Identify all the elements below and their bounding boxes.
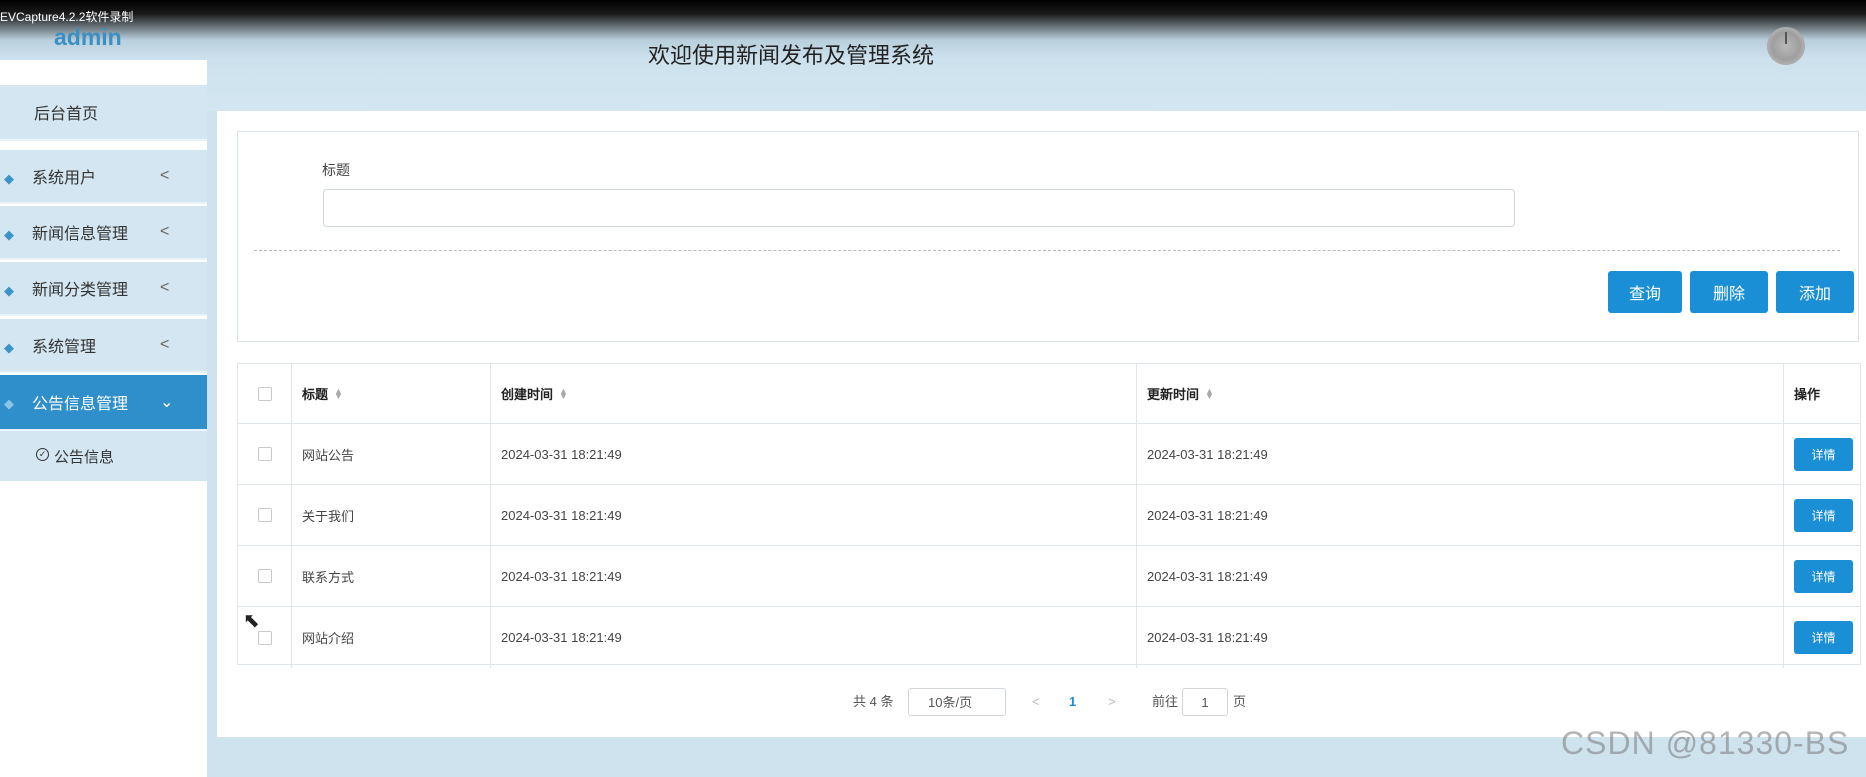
sidebar-item-label: 系统用户 [32,170,97,187]
table-row: 网站介绍 2024-03-31 18:21:49 2024-03-31 18:2… [238,607,1860,668]
detail-button[interactable]: 详情 [1794,559,1853,593]
goto-label: 前往 [1152,694,1179,709]
cell-title: 联系方式 [292,546,491,606]
table-row: 网站公告 2024-03-31 18:21:49 2024-03-31 18:2… [238,424,1860,485]
page-size-select[interactable]: 10条/页 [908,688,1006,716]
next-page-icon[interactable]: > [1108,688,1116,716]
column-header-label: 创建时间 [501,387,554,402]
admin-username: admin [54,24,122,50]
diamond-icon: ◆ [4,171,14,186]
sidebar-item-label: 后台首页 [34,106,99,123]
check-circle-icon: ✓ [36,448,49,461]
column-header-label: 标题 [302,387,329,402]
goto-page-input[interactable]: 1 [1182,688,1228,716]
sidebar-item-news-info[interactable]: ◆ 新闻信息管理 < [0,206,207,260]
watermark-text: CSDN @81330-BS [1561,725,1850,761]
sort-icon[interactable]: ▲ ▼ [1205,386,1214,400]
page-suffix-label: 页 [1233,694,1247,709]
chevron-left-icon: < [160,167,170,184]
recorder-label: EVCapture4.2.2软件录制 [0,10,134,24]
cell-action: 详情 [1784,607,1860,668]
row-checkbox[interactable] [257,569,272,583]
diamond-icon: ◆ [4,227,14,242]
detail-button[interactable]: 详情 [1794,498,1853,532]
table-header-row: 标题 ▲ ▼ 创建时间 ▲ ▼ 更新时间 ▲ ▼ 操作 [238,364,1860,424]
delete-button[interactable]: 删除 [1690,271,1768,313]
sidebar-item-home[interactable]: 后台首页 [0,85,207,141]
chevron-down-icon: ⌄ [160,394,174,411]
detail-button[interactable]: 详情 [1794,437,1853,471]
cell-action: 详情 [1784,485,1860,545]
sidebar-item-label: 新闻分类管理 [32,282,129,299]
sidebar-item-label: 系统管理 [32,339,97,356]
cell-created: 2024-03-31 18:21:49 [491,607,1137,668]
cell-created: 2024-03-31 18:21:49 [491,424,1137,484]
row-select-cell [238,546,292,606]
row-select-cell [238,485,292,545]
sidebar-subitem-notice-info[interactable]: ✓ 公告信息 [0,431,207,481]
cell-created: 2024-03-31 18:21:49 [491,546,1137,606]
column-header-label: 操作 [1794,387,1821,402]
page-number-current[interactable]: 1 [1069,688,1076,716]
notice-table: 标题 ▲ ▼ 创建时间 ▲ ▼ 更新时间 ▲ ▼ 操作 网站公告 2024-03-31 18… [237,363,1861,668]
column-header-created[interactable]: 创建时间 ▲ ▼ [491,364,1137,423]
sort-icon[interactable]: ▲ ▼ [559,386,568,400]
cell-updated: 2024-03-31 18:21:49 [1137,485,1784,545]
detail-button[interactable]: 详情 [1794,621,1853,654]
prev-page-icon[interactable]: < [1032,688,1040,716]
row-select-cell [238,424,292,484]
chevron-left-icon: < [160,223,170,240]
column-header-action: 操作 [1784,364,1860,423]
sidebar-item-label: 公告信息管理 [32,396,129,413]
cell-action: 详情 [1784,546,1860,606]
search-panel: 标题 查询 删除 添加 [237,131,1859,342]
sidebar-subitem-label: 公告信息 [54,449,115,466]
cell-updated: 2024-03-31 18:21:49 [1137,546,1784,606]
diamond-icon: ◆ [4,396,14,411]
column-header-updated[interactable]: 更新时间 ▲ ▼ [1137,364,1784,423]
column-header-title[interactable]: 标题 ▲ ▼ [292,364,491,423]
row-checkbox[interactable] [257,508,272,522]
cell-updated: 2024-03-31 18:21:49 [1137,424,1784,484]
divider [254,250,1840,251]
diamond-icon: ◆ [4,340,14,355]
cell-title: 网站介绍 [292,607,491,668]
system-title: 欢迎使用新闻发布及管理系统 [648,43,935,68]
sidebar-item-news-category[interactable]: ◆ 新闻分类管理 < [0,262,207,316]
cell-updated: 2024-03-31 18:21:49 [1137,607,1784,668]
cell-created: 2024-03-31 18:21:49 [491,485,1137,545]
cell-action: 详情 [1784,424,1860,484]
sidebar-item-system-users[interactable]: ◆ 系统用户 < [0,150,207,204]
column-header-label: 更新时间 [1147,387,1200,402]
chevron-left-icon: < [160,336,170,353]
chevron-left-icon: < [160,279,170,296]
row-checkbox[interactable] [257,447,272,461]
add-button[interactable]: 添加 [1776,271,1854,313]
query-button[interactable]: 查询 [1608,271,1682,313]
select-all-checkbox[interactable] [257,386,272,401]
top-header: EVCapture4.2.2软件录制 admin 欢迎使用新闻发布及管理系统 [0,0,1866,111]
mouse-cursor-icon: ⬉ [243,610,260,632]
pagination-total: 共 4 条 [853,694,894,709]
sidebar-item-system-manage[interactable]: ◆ 系统管理 < [0,319,207,373]
loading-spinner-icon [1767,27,1805,65]
table-row: 联系方式 2024-03-31 18:21:49 2024-03-31 18:2… [238,546,1860,607]
search-title-label: 标题 [322,162,350,178]
cell-title: 关于我们 [292,485,491,545]
title-search-input[interactable] [323,189,1515,227]
pagination: 共 4 条 10条/页 < 1 > 前往 1 页 [217,688,1866,718]
select-all-cell [238,364,292,423]
table-row: 关于我们 2024-03-31 18:21:49 2024-03-31 18:2… [238,485,1860,546]
main-content: 标题 查询 删除 添加 标题 ▲ ▼ 创建时间 ▲ ▼ 更新时间 ▲ ▼ 操作 网站公告 2… [217,111,1866,737]
sort-icon[interactable]: ▲ ▼ [334,386,343,400]
sidebar-item-notice-manage[interactable]: ◆ 公告信息管理 ⌄ [0,375,207,431]
cell-title: 网站公告 [292,424,491,484]
diamond-icon: ◆ [4,283,14,298]
sidebar-item-label: 新闻信息管理 [32,226,129,243]
